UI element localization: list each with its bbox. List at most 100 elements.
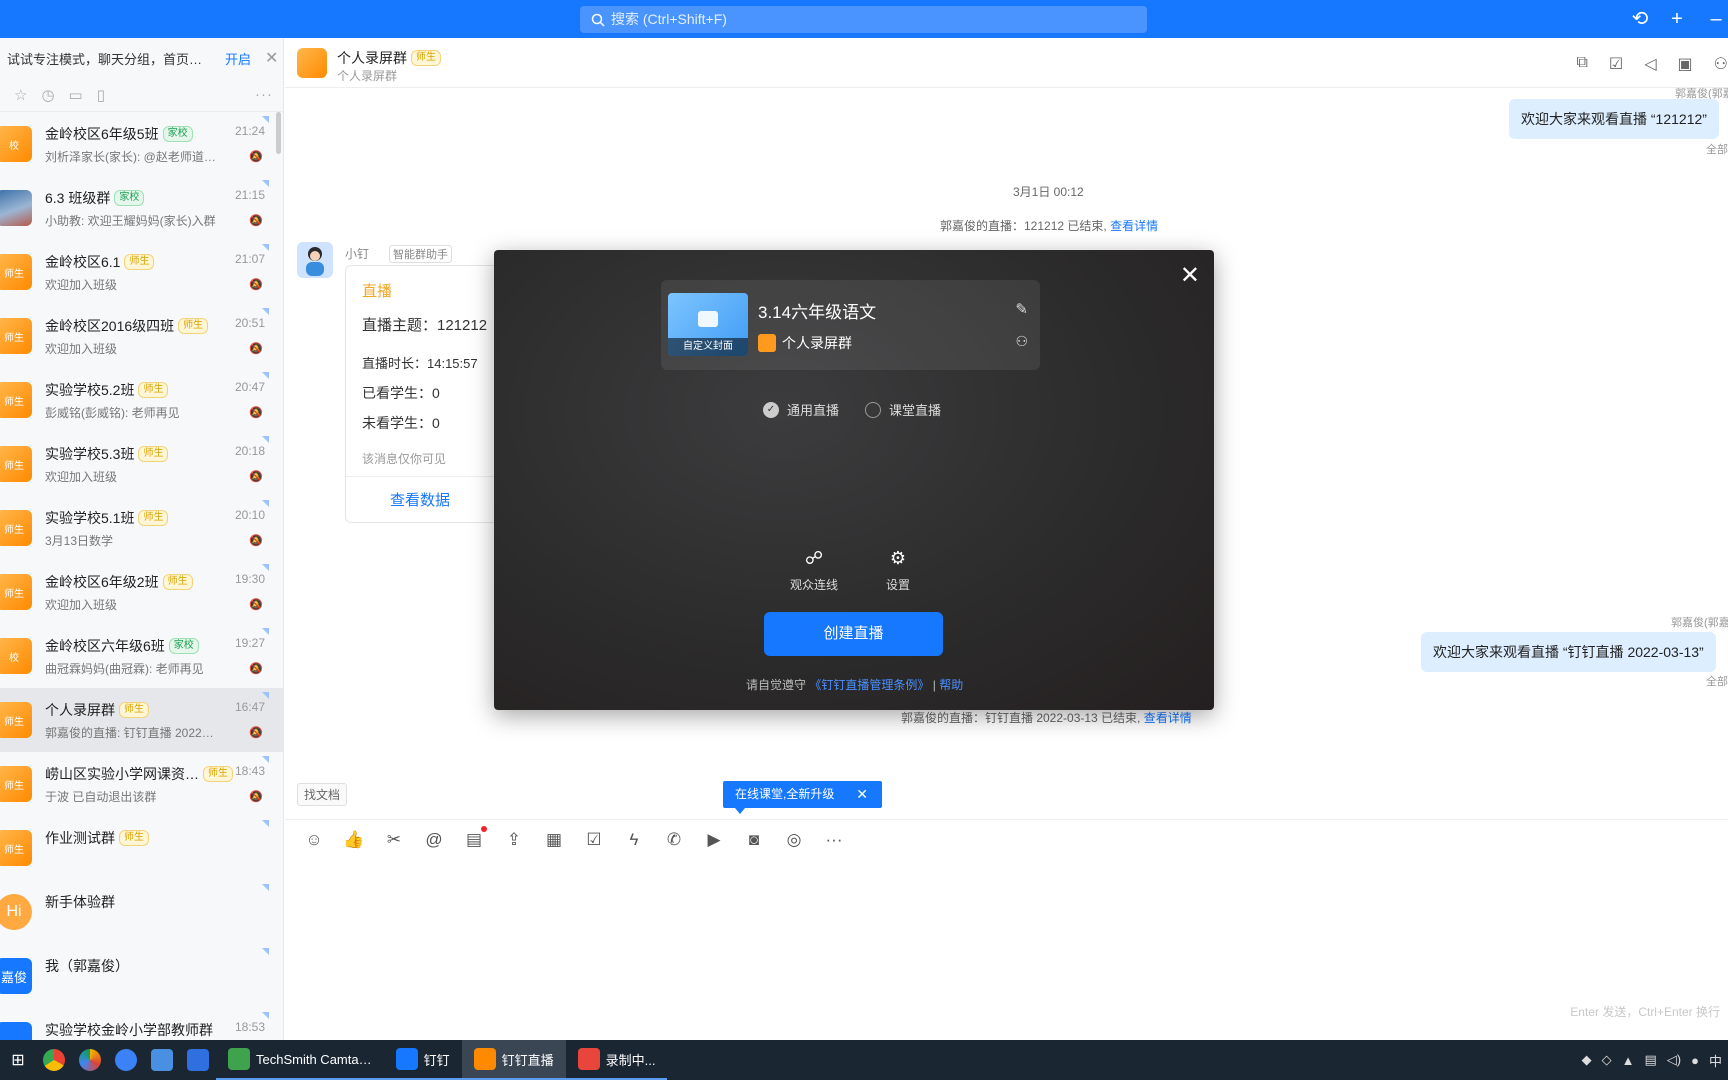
card-icon[interactable]: ▤ [463,825,487,850]
taskbar-app[interactable]: 钉钉 [383,1040,462,1080]
terms-link[interactable]: 《钉钉直播管理条例》 [809,678,929,692]
ding-icon[interactable]: ϟ [623,830,645,850]
conversation-item[interactable]: 师生 实验学校5.1班 师生 3月13日数学 20:10 🔕 [0,496,283,560]
taskbar: ⊞ TechSmith Camta… 钉钉 钉钉直播 录制中... ◆ ◇ ▲ ▤ ◁… [0,1040,1728,1080]
conversation-item[interactable]: 6.3 班级群 家校 小助教: 欢迎王耀妈妈(家长)入群 21:15 🔕 [0,176,283,240]
taskbar-app[interactable]: 录制中... [565,1040,668,1080]
pin-corner [262,628,269,635]
view-details-link[interactable]: 查看详情 [1144,711,1192,725]
view-details-link[interactable]: 查看详情 [1110,219,1158,233]
conversation-tag: 师生 [119,702,149,718]
browser-icon[interactable] [72,1040,108,1080]
find-doc-button[interactable]: 找文档 [297,783,348,806]
speaker-icon[interactable]: ◁ [1644,54,1656,74]
read-status[interactable]: 全部 [1706,141,1728,157]
read-status[interactable]: 全部 [1706,673,1728,689]
emoji-icon[interactable]: ☺ [303,830,325,850]
todo-icon[interactable]: ☑ [1609,54,1623,74]
conversation-item[interactable]: Hi 新手体验群 [0,880,283,944]
conversation-item[interactable]: 师生 金岭校区6.1 师生 欢迎加入班级 21:07 🔕 [0,240,283,304]
app-icon[interactable] [108,1040,144,1080]
create-live-button[interactable]: 创建直播 [764,612,943,656]
school-icon[interactable]: ◎ [783,830,805,850]
message-bubble[interactable]: 欢迎大家来观看直播 “121212” [1509,99,1719,139]
archive-icon[interactable]: ▭ [69,86,83,104]
conversation-tag: 师生 [178,318,209,334]
upload-icon[interactable]: ⇪ [503,830,525,850]
conversation-title: 6.3 班级群 家校 [45,188,145,208]
search-input[interactable]: 搜索 (Ctrl+Shift+F) [580,6,1147,33]
mention-icon[interactable]: @ [423,830,445,850]
conversation-preview: 欢迎加入班级 [45,598,118,612]
tray-icon[interactable]: ◇ [1602,1052,1612,1068]
taskbar-app[interactable]: 钉钉直播 [461,1040,566,1080]
shield-icon[interactable] [180,1040,216,1080]
close-icon[interactable]: ✕ [265,48,278,68]
history-icon[interactable]: ⟲ [1630,9,1650,29]
help-link[interactable]: 帮助 [939,678,963,692]
members-icon[interactable]: ⚇ [1714,54,1728,74]
live-group: 个人录屏群 [758,333,852,353]
conversation-item[interactable]: 师生 作业测试群 师生 [0,816,283,880]
thumbs-up-icon[interactable]: 👍 [343,830,365,850]
radio-general-live[interactable]: ✓ 通用直播 [763,400,839,419]
tray-icon[interactable]: ◆ [1582,1052,1592,1068]
doc-icon[interactable]: ▯ [97,86,105,104]
user-icon[interactable]: ⚇ [1015,333,1028,350]
calendar-icon[interactable]: ▦ [543,830,565,850]
conversation-item[interactable]: 校金岭校区六年级6班 家校 曲冠霖妈妈(曲冠霖): 老师再见 19:27 🔕 [0,624,283,688]
add-icon[interactable]: + [1667,9,1687,29]
conversation-tag: 家校 [168,638,199,654]
task-view-icon[interactable]: ⊞ [0,1040,36,1080]
chrome-icon[interactable] [36,1040,72,1080]
feishu-icon[interactable] [144,1040,180,1080]
conversation-title: 金岭校区6年级5班 家校 [45,124,193,144]
mic-icon[interactable]: ● [1691,1053,1699,1068]
screen-share-icon[interactable]: ⧉ [1576,54,1587,74]
conversation-item[interactable]: 师生 金岭校区2016级四班 师生 欢迎加入班级 20:51 🔕 [0,304,283,368]
minimize-icon[interactable]: – [1706,9,1726,29]
radio-class-live[interactable]: 课堂直播 [865,400,941,419]
meeting-icon[interactable]: ◙ [743,830,765,850]
conversation-time: 21:07 [234,252,265,266]
ime-indicator[interactable]: 中 [1709,1051,1722,1070]
edit-icon[interactable]: ✎ [1015,300,1028,318]
live-title[interactable]: 3.14六年级语文 [758,298,876,323]
cover-image[interactable]: 自定义封面 [668,293,748,356]
scrollbar[interactable] [276,112,281,154]
conversation-item[interactable]: 师生 金岭校区6年级2班 师生 欢迎加入班级 19:30 🔕 [0,560,283,624]
recent-icon[interactable]: ◷ [41,86,54,104]
message-bubble[interactable]: 欢迎大家来观看直播 “钉钉直播 2022-03-13” [1421,632,1716,672]
folder-icon[interactable]: ▣ [1678,54,1693,74]
settings-button[interactable]: ⚙ 设置 [874,546,922,593]
more-icon[interactable]: ··· [255,86,273,103]
audience-connect-button[interactable]: ☍ 观众连线 [790,546,838,593]
conversation-item[interactable]: 师生 崂山区实验小学网课资… 师生 于波 已自动退出该群 18:43 🔕 [0,752,283,816]
more-icon[interactable]: ··· [823,830,845,850]
group-tag: 师生 [411,50,441,66]
group-avatar[interactable] [297,48,327,78]
pin-corner [262,116,269,123]
close-icon[interactable]: ✕ [1180,264,1200,288]
scissors-icon[interactable]: ✂ [383,830,405,850]
bot-avatar[interactable] [297,242,333,278]
tray-icon[interactable]: ▲ [1622,1053,1635,1068]
close-icon[interactable]: ✕ [856,781,868,808]
conversation-item[interactable]: 师生 实验学校5.3班 师生 欢迎加入班级 20:18 🔕 [0,432,283,496]
conversation-item[interactable]: 实验学校金岭小学部教师群 18:53 [0,1008,283,1040]
live-icon[interactable]: ▶ [703,830,725,850]
conversation-time: 21:24 [234,124,265,138]
star-icon[interactable]: ☆ [14,86,27,104]
conversation-item[interactable]: 师生 个人录屏群 师生 郭嘉俊的直播: 钉钉直播 2022… 16:47 🔕 [0,688,283,752]
conversation-item[interactable]: 嘉俊 我（郭嘉俊） [0,944,283,1008]
call-icon[interactable]: ✆ [663,830,685,850]
volume-icon[interactable]: ◁) [1667,1052,1681,1068]
title-bar: 搜索 (Ctrl+Shift+F) ⟲ + – [0,0,1728,38]
task-icon[interactable]: ☑ [583,830,605,850]
conversation-item[interactable]: 师生 实验学校5.2班 师生 彭威铭(彭威铭): 老师再见 20:47 🔕 [0,368,283,432]
taskbar-app[interactable]: TechSmith Camta… [216,1040,384,1080]
conversation-avatar: 师生 [0,446,32,482]
network-icon[interactable]: ▤ [1645,1052,1657,1068]
focus-open-link[interactable]: 开启 [225,49,251,68]
conversation-item[interactable]: 校金岭校区6年级5班 家校 刘析泽家长(家长): @赵老师道… 21:24 🔕 [0,112,283,176]
